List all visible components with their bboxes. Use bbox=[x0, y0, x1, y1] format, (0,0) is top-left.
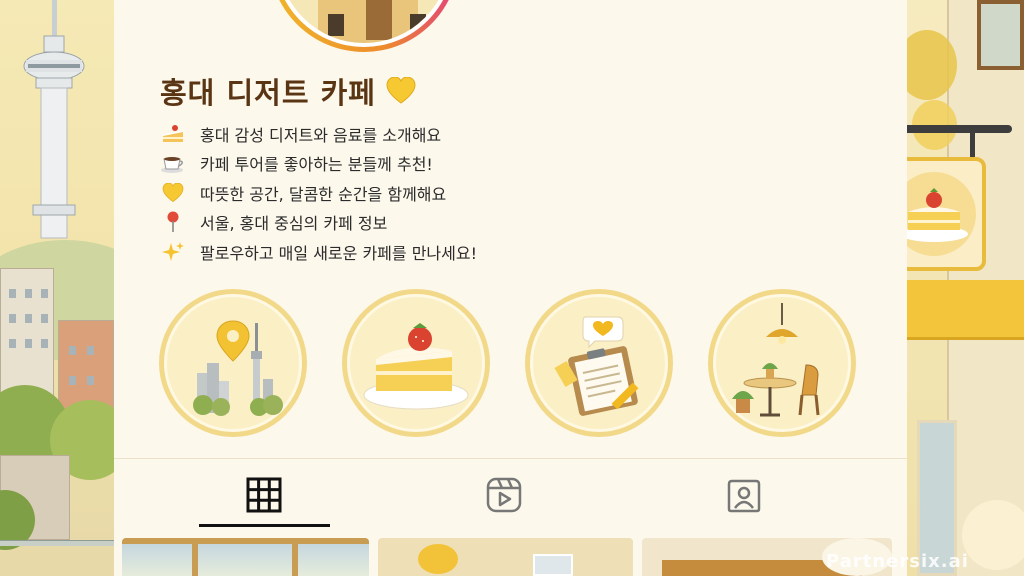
active-tab-indicator bbox=[199, 524, 330, 527]
coffee-cup-icon bbox=[160, 152, 186, 174]
post-thumbnail[interactable] bbox=[378, 538, 633, 576]
bio-line: 따뜻한 공간, 달콤한 순간을 함께해요 bbox=[160, 178, 477, 208]
profile-avatar[interactable] bbox=[269, 0, 459, 52]
sparkles-icon bbox=[160, 241, 186, 263]
highlight-review[interactable] bbox=[525, 289, 673, 437]
reels-icon bbox=[486, 477, 522, 513]
location-pin-icon bbox=[160, 211, 186, 233]
profile-name: 홍대 디저트 카페 bbox=[160, 76, 376, 110]
bio-line: 카페 투어를 좋아하는 분들께 추천! bbox=[160, 149, 477, 179]
yellow-heart-icon bbox=[160, 182, 186, 204]
grid-icon bbox=[246, 477, 282, 513]
highlight-location[interactable] bbox=[159, 289, 307, 437]
cake-icon bbox=[160, 123, 186, 145]
yellow-heart-icon bbox=[386, 76, 416, 105]
profile-bio: 홍대 감성 디저트와 음료를 소개해요 카페 투어를 좋아하는 분들께 추천! … bbox=[160, 119, 477, 267]
strawberry-cake-icon bbox=[363, 323, 469, 410]
profile-name-row: 홍대 디저트 카페 bbox=[160, 70, 416, 112]
watermark: Partnersix.ai bbox=[826, 551, 969, 572]
post-thumbnail[interactable] bbox=[122, 538, 369, 576]
namsan-tower-icon bbox=[23, 0, 85, 239]
tabs-divider bbox=[114, 458, 907, 459]
background-seoul-illustration bbox=[0, 0, 114, 576]
tab-reels[interactable] bbox=[439, 470, 569, 520]
tab-posts[interactable] bbox=[199, 470, 329, 520]
cafe-table-icon bbox=[732, 303, 820, 417]
highlight-dessert[interactable] bbox=[342, 289, 490, 437]
bio-line: 홍대 감성 디저트와 음료를 소개해요 bbox=[160, 119, 477, 149]
bio-line: 팔로우하고 매일 새로운 카페를 만나세요! bbox=[160, 237, 477, 267]
background-cafe-street-illustration bbox=[907, 0, 1024, 576]
city-location-icon bbox=[193, 320, 283, 416]
sign-cake-icon bbox=[900, 188, 968, 242]
bio-line: 서울, 홍대 중심의 카페 정보 bbox=[160, 208, 477, 238]
tab-tagged[interactable] bbox=[679, 470, 809, 520]
highlight-cafe-space[interactable] bbox=[708, 289, 856, 437]
tagged-icon bbox=[727, 479, 761, 513]
clipboard-review-icon bbox=[554, 316, 639, 416]
